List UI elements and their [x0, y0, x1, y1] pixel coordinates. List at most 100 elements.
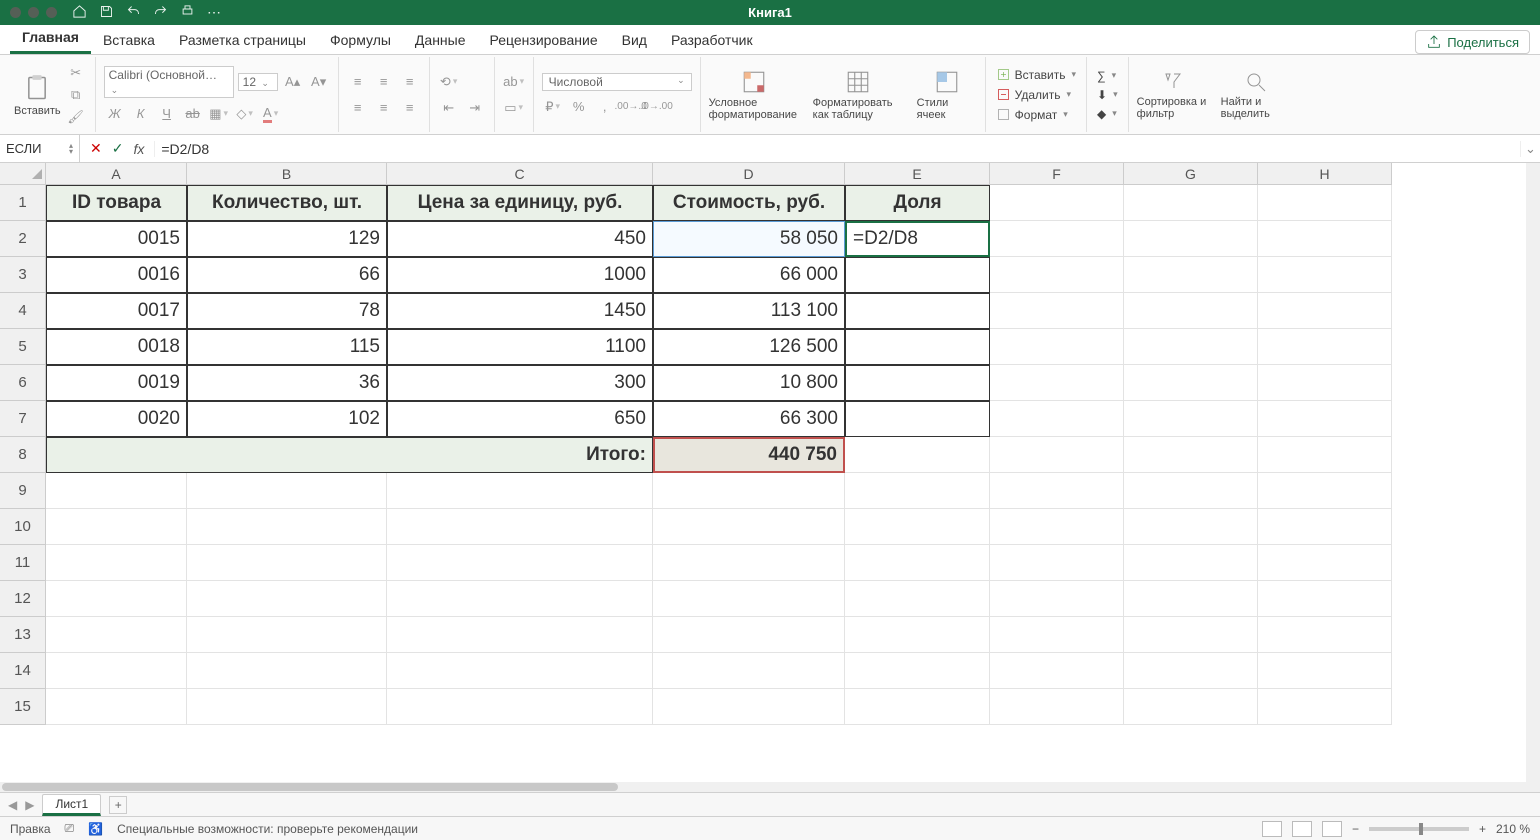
- empty-cell[interactable]: [187, 509, 387, 545]
- delete-cells-button[interactable]: Удалить▾: [994, 86, 1078, 103]
- align-mid-icon[interactable]: ≡: [373, 72, 395, 92]
- cell-cost[interactable]: 58 050: [653, 221, 845, 257]
- tab-developer[interactable]: Разработчик: [659, 27, 765, 54]
- italic-icon[interactable]: К: [130, 104, 152, 124]
- col-header-H[interactable]: H: [1258, 163, 1392, 185]
- empty-cell[interactable]: [845, 689, 990, 725]
- horizontal-scroll[interactable]: [0, 782, 1540, 792]
- empty-cell[interactable]: [387, 545, 653, 581]
- empty-cell[interactable]: [46, 509, 187, 545]
- empty-cell[interactable]: [1124, 545, 1258, 581]
- fill-button[interactable]: ⬇▾: [1095, 87, 1120, 103]
- wrap-text-icon[interactable]: ab▾: [503, 72, 525, 92]
- row-header-9[interactable]: 9: [0, 473, 46, 509]
- empty-cell[interactable]: [1258, 689, 1392, 725]
- col-header-D[interactable]: D: [653, 163, 845, 185]
- header-cell[interactable]: Количество, шт.: [187, 185, 387, 221]
- zoom-in-icon[interactable]: +: [1479, 822, 1486, 836]
- fx-icon[interactable]: fx: [133, 141, 144, 157]
- fill-color-icon[interactable]: ◇▾: [234, 104, 256, 124]
- empty-cell[interactable]: [1124, 509, 1258, 545]
- row-header-2[interactable]: 2: [0, 221, 46, 257]
- empty-cell[interactable]: [1258, 581, 1392, 617]
- cell-qty[interactable]: 129: [187, 221, 387, 257]
- empty-cell[interactable]: [387, 617, 653, 653]
- empty-cell[interactable]: [1258, 617, 1392, 653]
- macro-record-icon[interactable]: ⎚: [65, 821, 75, 836]
- empty-cell[interactable]: [990, 437, 1124, 473]
- border-icon[interactable]: ▦▾: [208, 104, 230, 124]
- home-icon[interactable]: [72, 4, 87, 22]
- tab-home[interactable]: Главная: [10, 24, 91, 54]
- col-header-F[interactable]: F: [990, 163, 1124, 185]
- tab-review[interactable]: Рецензирование: [478, 27, 610, 54]
- empty-cell[interactable]: [845, 581, 990, 617]
- empty-cell[interactable]: [845, 509, 990, 545]
- cell-id[interactable]: 0019: [46, 365, 187, 401]
- empty-cell[interactable]: [1258, 401, 1392, 437]
- empty-cell[interactable]: [653, 653, 845, 689]
- active-cell[interactable]: =D2/D8: [845, 221, 990, 257]
- empty-cell[interactable]: [1258, 473, 1392, 509]
- formula-input[interactable]: =D2/D8: [154, 141, 1520, 157]
- empty-cell[interactable]: [990, 617, 1124, 653]
- empty-cell[interactable]: [845, 653, 990, 689]
- cell-share[interactable]: [845, 329, 990, 365]
- row-header-3[interactable]: 3: [0, 257, 46, 293]
- empty-cell[interactable]: [1124, 653, 1258, 689]
- cell-id[interactable]: 0017: [46, 293, 187, 329]
- col-header-A[interactable]: A: [46, 163, 187, 185]
- min-dot[interactable]: [28, 7, 39, 18]
- empty-cell[interactable]: [653, 473, 845, 509]
- empty-cell[interactable]: [653, 581, 845, 617]
- empty-cell[interactable]: [1258, 437, 1392, 473]
- row-header-6[interactable]: 6: [0, 365, 46, 401]
- empty-cell[interactable]: [1124, 221, 1258, 257]
- redo-icon[interactable]: [153, 4, 168, 22]
- empty-cell[interactable]: [990, 473, 1124, 509]
- sheet-tab[interactable]: Лист1: [42, 794, 101, 816]
- tab-data[interactable]: Данные: [403, 27, 478, 54]
- comma-icon[interactable]: ,: [594, 97, 616, 117]
- empty-cell[interactable]: [1258, 509, 1392, 545]
- cell-share[interactable]: [845, 365, 990, 401]
- empty-cell[interactable]: [990, 185, 1124, 221]
- empty-cell[interactable]: [990, 257, 1124, 293]
- find-select-button[interactable]: Найти и выделить: [1221, 70, 1291, 120]
- cell-price[interactable]: 650: [387, 401, 653, 437]
- empty-cell[interactable]: [990, 401, 1124, 437]
- cell-qty[interactable]: 78: [187, 293, 387, 329]
- cell-price[interactable]: 300: [387, 365, 653, 401]
- empty-cell[interactable]: [990, 509, 1124, 545]
- font-size-select[interactable]: 12 ⌄: [238, 73, 278, 91]
- accept-formula-icon[interactable]: ✓: [112, 140, 124, 157]
- empty-cell[interactable]: [46, 581, 187, 617]
- cell-price[interactable]: 1100: [387, 329, 653, 365]
- empty-cell[interactable]: [387, 581, 653, 617]
- total-value-cell[interactable]: 440 750: [653, 437, 845, 473]
- align-center-icon[interactable]: ≡: [373, 98, 395, 118]
- row-header-10[interactable]: 10: [0, 509, 46, 545]
- merge-icon[interactable]: ▭▾: [503, 98, 525, 118]
- empty-cell[interactable]: [387, 509, 653, 545]
- conditional-format-button[interactable]: Условное форматирование: [709, 69, 799, 121]
- header-cell[interactable]: Цена за единицу, руб.: [387, 185, 653, 221]
- cell-price[interactable]: 1450: [387, 293, 653, 329]
- header-cell[interactable]: Стоимость, руб.: [653, 185, 845, 221]
- format-table-button[interactable]: Форматировать как таблицу: [813, 69, 903, 121]
- cell-qty[interactable]: 115: [187, 329, 387, 365]
- empty-cell[interactable]: [1124, 329, 1258, 365]
- hscroll-thumb[interactable]: [2, 783, 618, 791]
- empty-cell[interactable]: [990, 293, 1124, 329]
- bold-icon[interactable]: Ж: [104, 104, 126, 124]
- inc-decimal-icon[interactable]: .00→.0: [620, 97, 642, 117]
- paste-button[interactable]: Вставить: [14, 73, 61, 117]
- row-header-12[interactable]: 12: [0, 581, 46, 617]
- empty-cell[interactable]: [990, 329, 1124, 365]
- align-top-icon[interactable]: ≡: [347, 72, 369, 92]
- empty-cell[interactable]: [990, 365, 1124, 401]
- increase-indent-icon[interactable]: ⇥: [464, 98, 486, 118]
- next-sheet-icon[interactable]: ▶: [25, 798, 34, 812]
- tab-view[interactable]: Вид: [610, 27, 659, 54]
- format-painter-icon[interactable]: 🖌: [65, 107, 87, 127]
